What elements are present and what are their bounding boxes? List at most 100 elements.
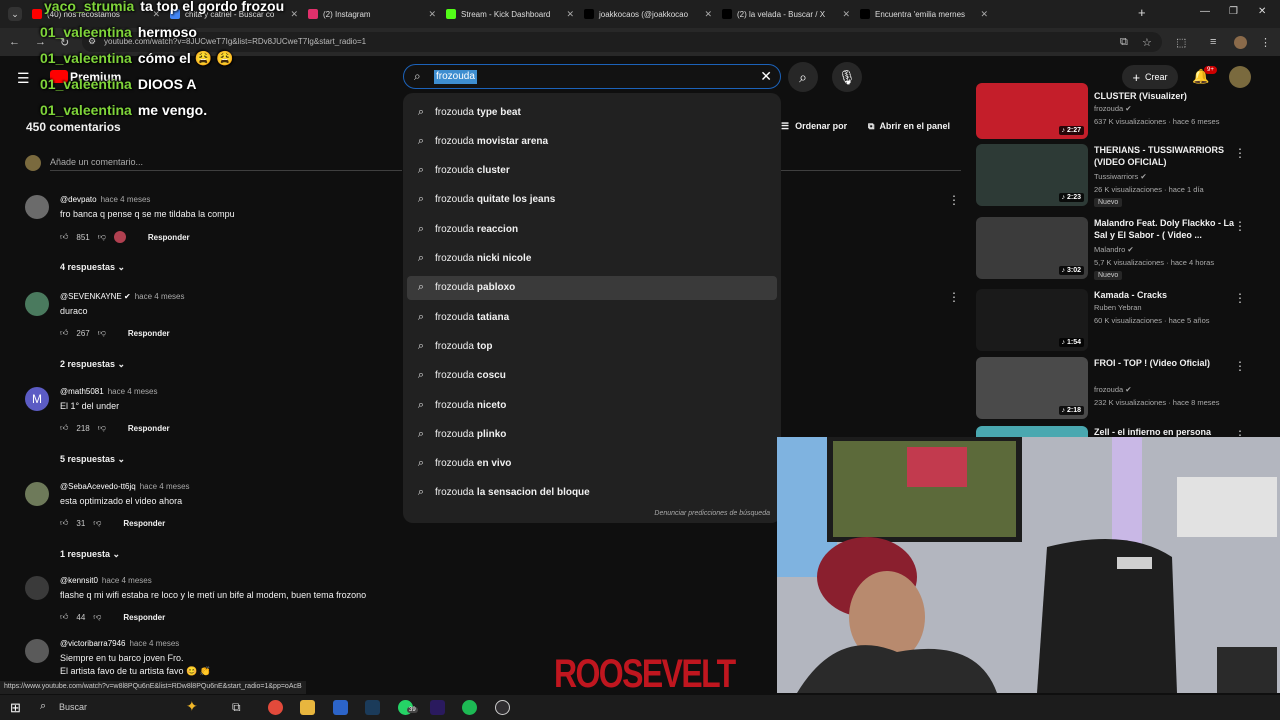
reply-button[interactable]: Responder <box>128 424 170 433</box>
video-title[interactable]: CLUSTER (Visualizer) <box>1094 90 1244 102</box>
video-title[interactable]: Kamada - Cracks <box>1094 289 1244 301</box>
widgets-icon[interactable]: ✦ <box>186 698 198 715</box>
minimize-icon[interactable]: — <box>1200 6 1210 17</box>
search-suggestion[interactable]: ⌕ frozouda cluster <box>407 159 777 183</box>
extensions-icon[interactable]: ⬚ <box>1176 36 1186 49</box>
install-app-icon[interactable]: ⧉ <box>1120 36 1128 49</box>
comment-avatar[interactable] <box>25 576 49 600</box>
related-video[interactable]: ♪ 2:27 CLUSTER (Visualizer) frozouda ✔ 637 … <box>976 82 1266 146</box>
video-more-icon[interactable]: ⋮ <box>1234 359 1246 373</box>
related-video[interactable]: ♪ 3:02 Malandro Feat. Doly Flackko - La S… <box>976 217 1266 281</box>
reply-button[interactable]: Responder <box>123 519 165 528</box>
comment-author[interactable]: @kennsit0 hace 4 meses <box>60 576 152 585</box>
like-icon[interactable]: 👍︎ <box>60 518 68 528</box>
voice-search-button[interactable]: 🎙 <box>832 62 862 92</box>
view-replies-button[interactable]: 2 respuestas ⌄ <box>60 359 125 370</box>
bookmark-star-icon[interactable]: ☆ <box>1142 36 1152 49</box>
search-suggestion[interactable]: ⌕ frozouda tatiana <box>407 305 777 329</box>
task-view-icon[interactable]: ⧉ <box>232 700 241 715</box>
video-channel[interactable]: Tussiwarriors ✔ <box>1094 172 1147 181</box>
video-channel[interactable]: frozouda ✔ <box>1094 104 1132 113</box>
close-window-icon[interactable]: ✕ <box>1258 6 1266 17</box>
reply-button[interactable]: Responder <box>128 329 170 338</box>
browser-tab[interactable]: (2) la velada - Buscar / X ✕ <box>722 4 854 24</box>
related-video[interactable]: ♪ 2:18 FROI - TOP ! (Video Oficial) frozou… <box>976 357 1266 421</box>
dislike-icon[interactable]: 👎︎ <box>93 518 101 528</box>
dislike-icon[interactable]: 👎︎ <box>93 612 101 622</box>
video-thumbnail[interactable]: ♪ 1:54 <box>976 289 1088 351</box>
browser-tab[interactable]: (2) Instagram ✕ <box>308 4 440 24</box>
browser-menu-icon[interactable]: ⋮ <box>1260 36 1271 49</box>
video-thumbnail[interactable]: ♪ 2:23 <box>976 144 1088 206</box>
clear-search-icon[interactable]: ✕ <box>760 68 772 85</box>
comment-avatar[interactable] <box>25 292 49 316</box>
search-suggestion[interactable]: ⌕ frozouda top <box>407 334 777 358</box>
taskbar-search-label[interactable]: Buscar <box>59 702 87 712</box>
comment-author[interactable]: @SebaAcevedo-tt6jq hace 4 meses <box>60 482 190 491</box>
comment-author[interactable]: @SEVENKAYNE ✔ hace 4 meses <box>60 292 185 301</box>
search-suggestion[interactable]: ⌕ frozouda quitate los jeans <box>407 188 777 212</box>
related-video[interactable]: ♪ 2:23 THERIANS - TUSSIWARRIORS (VIDEO OF… <box>976 144 1266 208</box>
related-video[interactable]: ♪ 1:54 Kamada - Cracks Ruben Yebran 60 K vi… <box>976 289 1266 353</box>
premiere-icon[interactable] <box>430 700 445 715</box>
dislike-icon[interactable]: 👎︎ <box>98 328 106 338</box>
comment-avatar[interactable] <box>25 639 49 663</box>
search-suggestion[interactable]: ⌕ frozouda type beat <box>407 100 777 124</box>
like-icon[interactable]: 👍︎ <box>60 423 68 433</box>
video-title[interactable]: THERIANS - TUSSIWARRIORS (VIDEO OFICIAL) <box>1094 144 1244 168</box>
tab-close-icon[interactable]: ✕ <box>428 9 436 20</box>
video-channel[interactable]: frozouda ✔ <box>1094 385 1132 394</box>
restore-icon[interactable]: ❐ <box>1229 6 1238 17</box>
tab-close-icon[interactable]: ✕ <box>290 9 298 20</box>
like-icon[interactable]: 👍︎ <box>60 232 68 242</box>
comment-avatar[interactable]: M <box>25 387 49 411</box>
open-panel-button[interactable]: ⧉ Abrir en el panel <box>868 121 950 132</box>
tab-search-icon[interactable]: ⌄ <box>8 7 22 21</box>
video-more-icon[interactable]: ⋮ <box>1234 219 1246 233</box>
video-thumbnail[interactable]: ♪ 3:02 <box>976 217 1088 279</box>
chrome-taskbar-icon[interactable] <box>268 700 283 715</box>
tab-close-icon[interactable]: ✕ <box>704 9 712 20</box>
tab-close-icon[interactable]: ✕ <box>980 9 988 20</box>
dislike-icon[interactable]: 👎︎ <box>98 423 106 433</box>
dislike-icon[interactable]: 👎︎ <box>98 232 106 242</box>
back-icon[interactable]: ← <box>9 36 20 48</box>
search-suggestion[interactable]: ⌕ frozouda la sensacion del bloque <box>407 481 777 505</box>
search-button[interactable]: ⌕ <box>788 62 818 92</box>
search-suggestion[interactable]: ⌕ frozouda movistar arena <box>407 129 777 153</box>
sort-button[interactable]: ☰ Ordenar por <box>781 121 847 132</box>
browser-tab[interactable]: Encuentra 'emilia mernes ✕ <box>860 4 992 24</box>
report-predictions-link[interactable]: Denunciar predicciones de búsqueda <box>654 510 770 517</box>
new-tab-button[interactable]: + <box>1138 5 1146 20</box>
reply-button[interactable]: Responder <box>148 233 190 242</box>
video-thumbnail[interactable]: ♪ 2:27 <box>976 83 1088 139</box>
view-replies-button[interactable]: 5 respuestas ⌄ <box>60 454 125 465</box>
tab-close-icon[interactable]: ✕ <box>566 9 574 20</box>
search-suggestion[interactable]: ⌕ frozouda en vivo <box>407 452 777 476</box>
comment-author[interactable]: @devpato hace 4 meses <box>60 195 150 204</box>
video-channel[interactable]: Ruben Yebran <box>1094 303 1142 312</box>
search-suggestion[interactable]: ⌕ frozouda plinko <box>407 422 777 446</box>
comment-more-icon[interactable]: ⋮ <box>948 193 960 207</box>
search-input[interactable]: ⌕ frozouda ✕ <box>403 64 781 89</box>
video-title[interactable]: Malandro Feat. Doly Flackko - La Sal y E… <box>1094 217 1244 241</box>
add-comment-input[interactable]: Añade un comentario... <box>50 157 143 167</box>
search-suggestion[interactable]: ⌕ frozouda pabloxo <box>407 275 777 300</box>
browser-tab[interactable]: joakkocaos (@joakkocao ✕ <box>584 4 716 24</box>
reply-button[interactable]: Responder <box>123 613 165 622</box>
search-suggestion[interactable]: ⌕ frozouda nicki nicole <box>407 247 777 271</box>
video-channel[interactable]: Malandro ✔ <box>1094 245 1134 254</box>
photoshop-icon[interactable] <box>365 700 380 715</box>
search-suggestion[interactable]: ⌕ frozouda coscu <box>407 364 777 388</box>
profile-avatar[interactable] <box>1234 36 1247 49</box>
tab-close-icon[interactable]: ✕ <box>842 9 850 20</box>
media-control-icon[interactable]: ≡ <box>1210 36 1216 48</box>
like-icon[interactable]: 👍︎ <box>60 328 68 338</box>
taskbar-search-icon[interactable]: ⌕ <box>40 700 46 713</box>
search-suggestion[interactable]: ⌕ frozouda niceto <box>407 393 777 417</box>
search-suggestion[interactable]: ⌕ frozouda reaccion <box>407 217 777 241</box>
like-icon[interactable]: 👍︎ <box>60 612 68 622</box>
comment-author[interactable]: @math5081 hace 4 meses <box>60 387 158 396</box>
comment-avatar[interactable] <box>25 482 49 506</box>
comment-author[interactable]: @victoribarra7946 hace 4 meses <box>60 639 179 648</box>
